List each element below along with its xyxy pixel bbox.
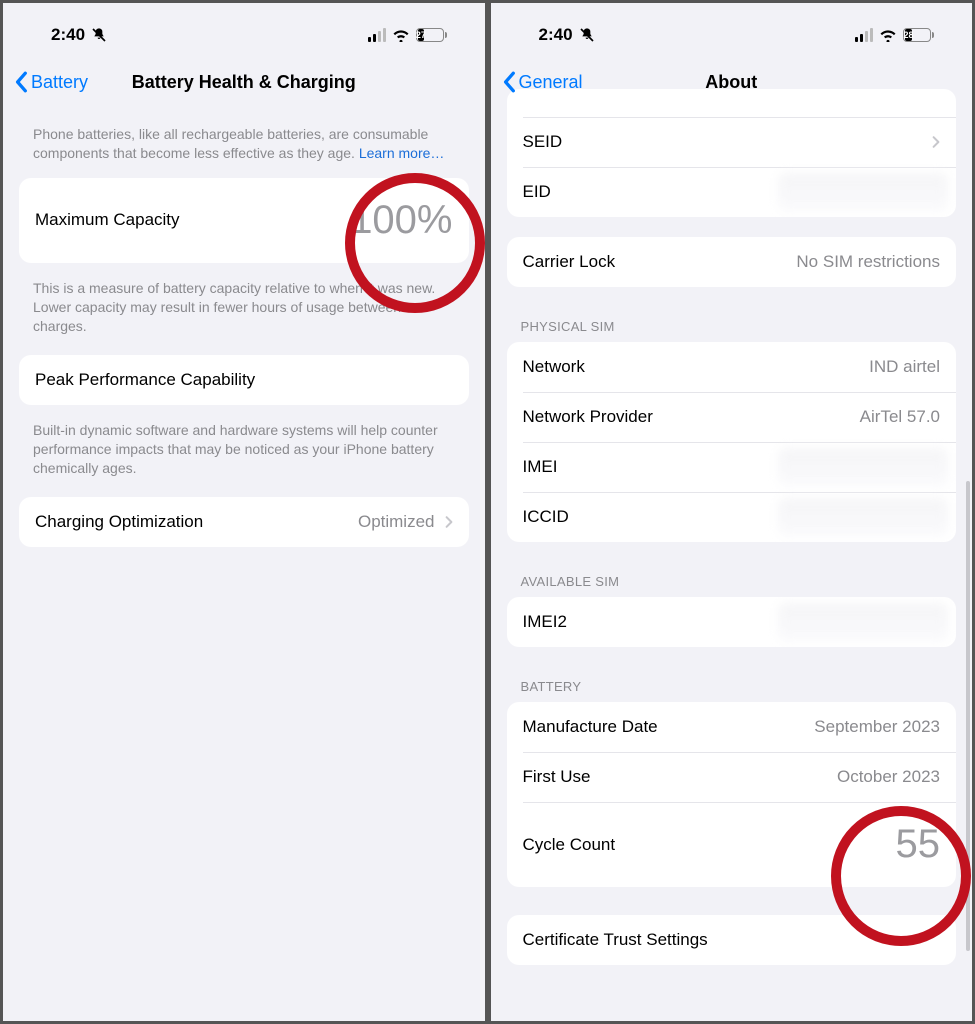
carrier-lock-row[interactable]: Carrier Lock No SIM restrictions: [507, 237, 957, 287]
carrier-lock-value: No SIM restrictions: [796, 252, 940, 272]
charging-optimization-group: Charging Optimization Optimized: [19, 497, 469, 547]
network-row[interactable]: Network IND airtel: [507, 342, 957, 392]
wifi-icon: [879, 28, 897, 42]
intro-text: Phone batteries, like all rechargeable b…: [19, 107, 469, 178]
network-value: IND airtel: [869, 357, 940, 377]
max-capacity-group: Maximum Capacity 100%: [19, 178, 469, 263]
status-time: 2:40: [539, 25, 573, 45]
cellular-signal-icon: [368, 28, 386, 42]
eid-row[interactable]: EID: [507, 167, 957, 217]
cycle-count-row[interactable]: Cycle Count 55: [507, 802, 957, 887]
peak-performance-description: Built-in dynamic software and hardware s…: [19, 415, 469, 497]
learn-more-link[interactable]: Learn more…: [359, 145, 445, 161]
eid-label: EID: [523, 182, 551, 202]
top-row-partial: .: [507, 89, 957, 117]
first-use-label: First Use: [523, 767, 591, 787]
imei-label: IMEI: [523, 457, 558, 477]
imei-row[interactable]: IMEI: [507, 442, 957, 492]
silent-bell-icon: [91, 26, 107, 44]
nav-bar: Battery Battery Health & Charging: [3, 57, 485, 107]
peak-performance-group: Peak Performance Capability: [19, 355, 469, 405]
network-provider-label: Network Provider: [523, 407, 653, 427]
physical-sim-group: Network IND airtel Network Provider AirT…: [507, 342, 957, 542]
charging-optimization-row[interactable]: Charging Optimization Optimized: [19, 497, 469, 547]
battery-group: Manufacture Date September 2023 First Us…: [507, 702, 957, 887]
status-time: 2:40: [51, 25, 85, 45]
network-provider-row[interactable]: Network Provider AirTel 57.0: [507, 392, 957, 442]
about-screen: 2:40 28: [488, 0, 975, 1024]
network-label: Network: [523, 357, 585, 377]
identifiers-group: . SEID EID: [507, 89, 957, 217]
first-use-value: October 2023: [837, 767, 940, 787]
carrier-lock-label: Carrier Lock: [523, 252, 616, 272]
cycle-count-label: Cycle Count: [523, 835, 616, 855]
maximum-capacity-label: Maximum Capacity: [35, 210, 180, 230]
back-button[interactable]: Battery: [15, 71, 88, 93]
available-sim-header: AVAILABLE SIM: [507, 552, 957, 597]
charging-optimization-label: Charging Optimization: [35, 512, 203, 532]
iccid-label: ICCID: [523, 507, 569, 527]
physical-sim-header: PHYSICAL SIM: [507, 297, 957, 342]
battery-status-icon: 27: [416, 28, 447, 42]
battery-health-screen: 2:40 27: [0, 0, 488, 1024]
seid-row[interactable]: SEID: [507, 117, 957, 167]
cellular-signal-icon: [855, 28, 873, 42]
charging-optimization-value: Optimized: [358, 512, 435, 532]
chevron-right-icon: [435, 515, 453, 529]
available-sim-group: IMEI2: [507, 597, 957, 647]
certificate-trust-group: Certificate Trust Settings: [507, 915, 957, 965]
maximum-capacity-value: 100%: [350, 198, 452, 243]
seid-label: SEID: [523, 132, 563, 152]
imei2-label: IMEI2: [523, 612, 567, 632]
cycle-count-value: 55: [896, 822, 941, 867]
carrier-lock-group: Carrier Lock No SIM restrictions: [507, 237, 957, 287]
max-capacity-description: This is a measure of battery capacity re…: [19, 273, 469, 355]
certificate-trust-label: Certificate Trust Settings: [523, 930, 708, 950]
chevron-right-icon: [922, 135, 940, 149]
manufacture-date-value: September 2023: [814, 717, 940, 737]
maximum-capacity-row[interactable]: Maximum Capacity 100%: [19, 178, 469, 263]
manufacture-date-row[interactable]: Manufacture Date September 2023: [507, 702, 957, 752]
scrollbar[interactable]: [966, 481, 970, 951]
iccid-row[interactable]: ICCID: [507, 492, 957, 542]
imei2-row[interactable]: IMEI2: [507, 597, 957, 647]
first-use-row[interactable]: First Use October 2023: [507, 752, 957, 802]
battery-status-icon: 28: [903, 28, 934, 42]
chevron-left-icon: [15, 71, 29, 93]
network-provider-value: AirTel 57.0: [860, 407, 940, 427]
silent-bell-icon: [579, 26, 595, 44]
peak-performance-row[interactable]: Peak Performance Capability: [19, 355, 469, 405]
status-bar: 2:40 27: [3, 3, 485, 57]
battery-header: BATTERY: [507, 657, 957, 702]
back-label: Battery: [31, 72, 88, 93]
certificate-trust-row[interactable]: Certificate Trust Settings: [507, 915, 957, 965]
manufacture-date-label: Manufacture Date: [523, 717, 658, 737]
wifi-icon: [392, 28, 410, 42]
peak-performance-label: Peak Performance Capability: [35, 370, 255, 390]
status-bar: 2:40 28: [491, 3, 973, 57]
